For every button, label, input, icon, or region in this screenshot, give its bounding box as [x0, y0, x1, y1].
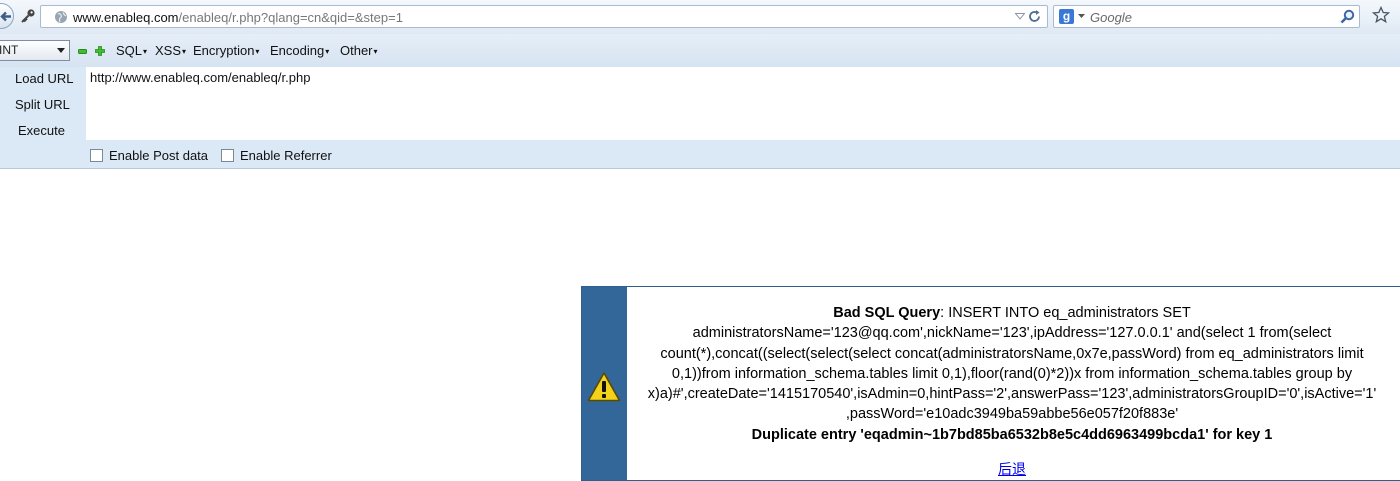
- hackbar-toolbar: INT SQL▾ XSS▾ Encryption▾ Encoding▾ Othe…: [0, 34, 1400, 68]
- menu-encoding[interactable]: Encoding▾: [270, 43, 329, 58]
- url-text[interactable]: www.enableq.com/enableq/r.php?qlang=cn&q…: [73, 10, 403, 25]
- magnifier-icon[interactable]: [1340, 9, 1355, 24]
- duplicate-entry-message: Duplicate entry 'eqadmin~1b7bd85ba6532b8…: [751, 426, 1273, 443]
- menu-xss-label: XSS: [155, 43, 182, 58]
- execute-button[interactable]: Execute: [18, 123, 65, 138]
- globe-icon: [55, 11, 67, 23]
- dropdown-arrow-icon[interactable]: [1078, 14, 1085, 18]
- error-message: Bad SQL Query: INSERT INTO eq_administra…: [637, 303, 1387, 480]
- menu-encoding-label: Encoding: [270, 43, 325, 58]
- menu-encryption-label: Encryption: [193, 43, 255, 58]
- plus-icon[interactable]: [95, 46, 105, 56]
- checkbox-box[interactable]: [90, 149, 103, 162]
- minus-icon[interactable]: [78, 49, 87, 54]
- url-path: /enableq/r.php?qlang=cn&qid=&step=1: [178, 10, 403, 25]
- back-button[interactable]: [0, 3, 14, 29]
- star-icon[interactable]: [1372, 6, 1390, 24]
- int-select-value: INT: [0, 43, 19, 57]
- error-query: : INSERT INTO eq_administrators SET admi…: [647, 305, 1377, 423]
- google-icon[interactable]: g: [1059, 9, 1074, 24]
- menu-encryption[interactable]: Encryption▾: [193, 43, 259, 58]
- browser-navigation-bar: www.enableq.com/enableq/r.php?qlang=cn&q…: [0, 0, 1400, 35]
- load-url-button[interactable]: Load URL: [15, 71, 74, 86]
- menu-other[interactable]: Other▾: [340, 43, 378, 58]
- search-bar[interactable]: g: [1053, 5, 1360, 28]
- hackbar-panel: Load URL Split URL Execute http://www.en…: [0, 67, 1400, 169]
- url-domain: www.enableq.com: [73, 10, 179, 25]
- menu-sql[interactable]: SQL▾: [116, 43, 147, 58]
- url-textarea[interactable]: http://www.enableq.com/enableq/r.php: [86, 67, 1400, 140]
- enable-referrer-label: Enable Referrer: [240, 148, 332, 163]
- search-input[interactable]: [1090, 9, 1330, 25]
- int-select[interactable]: INT: [0, 40, 70, 61]
- back-arrow-icon: [0, 11, 11, 22]
- dropdown-arrow-icon[interactable]: [1015, 13, 1025, 20]
- enable-post-checkbox[interactable]: Enable Post data: [90, 148, 208, 163]
- checkbox-box[interactable]: [221, 149, 234, 162]
- error-title: Bad SQL Query: [833, 305, 941, 321]
- dropdown-arrow-icon: [57, 48, 65, 53]
- sql-error-box: Bad SQL Query: INSERT INTO eq_administra…: [581, 286, 1400, 481]
- reload-icon[interactable]: [1027, 9, 1042, 24]
- url-bar[interactable]: www.enableq.com/enableq/r.php?qlang=cn&q…: [40, 5, 1048, 28]
- menu-sql-label: SQL: [116, 43, 143, 58]
- split-url-button[interactable]: Split URL: [15, 97, 70, 112]
- menu-other-label: Other: [340, 43, 373, 58]
- error-side-strip: [582, 287, 627, 480]
- enable-referrer-checkbox[interactable]: Enable Referrer: [221, 148, 332, 163]
- menu-xss[interactable]: XSS▾: [155, 43, 186, 58]
- enable-post-label: Enable Post data: [109, 148, 209, 163]
- warning-icon: [587, 372, 621, 402]
- key-icon[interactable]: [20, 8, 36, 24]
- back-link[interactable]: 后退: [998, 459, 1026, 479]
